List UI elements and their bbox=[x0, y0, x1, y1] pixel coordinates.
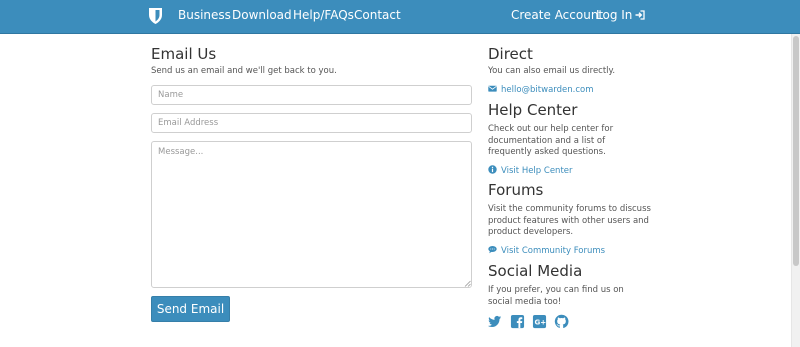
visit-community-forums-text: Visit Community Forums bbox=[501, 246, 606, 256]
direct-heading: Direct bbox=[488, 45, 533, 63]
direct-description: You can also email us directly. bbox=[488, 66, 616, 76]
help-center-description: Check out our help center for documentat… bbox=[488, 124, 614, 157]
message-textarea[interactable] bbox=[151, 141, 472, 288]
envelope-icon bbox=[488, 85, 497, 92]
nav-contact-link[interactable]: Contact bbox=[354, 8, 401, 22]
email-us-heading: Email Us bbox=[151, 45, 217, 63]
email-address-input[interactable] bbox=[151, 113, 472, 133]
github-icon[interactable] bbox=[554, 314, 569, 329]
google-plus-icon[interactable]: G+ bbox=[532, 314, 547, 329]
nav-login-label: Log In bbox=[596, 8, 633, 22]
nav-create-account-link[interactable]: Create Account bbox=[511, 8, 603, 22]
sign-in-icon bbox=[635, 10, 646, 20]
social-media-heading: Social Media bbox=[488, 262, 583, 280]
nav-download-link[interactable]: Download bbox=[232, 8, 292, 22]
visit-community-forums-link[interactable]: Visit Community Forums bbox=[488, 245, 605, 257]
page-scrollbar[interactable] bbox=[791, 34, 800, 347]
top-navbar: Business Download Help/FAQs Contact Crea… bbox=[0, 0, 800, 34]
facebook-icon[interactable] bbox=[510, 314, 525, 329]
resize-grip-icon[interactable] bbox=[464, 280, 471, 287]
scrollbar-thumb[interactable] bbox=[793, 36, 799, 266]
info-circle-icon bbox=[488, 165, 497, 174]
svg-text:G+: G+ bbox=[534, 318, 546, 327]
name-input[interactable] bbox=[151, 85, 472, 105]
forums-heading: Forums bbox=[488, 181, 544, 199]
direct-email-text: hello@bitwarden.com bbox=[501, 85, 594, 95]
twitter-icon[interactable] bbox=[487, 314, 502, 329]
direct-email-link[interactable]: hello@bitwarden.com bbox=[488, 84, 594, 96]
email-us-description: Send us an email and we'll get back to y… bbox=[151, 66, 337, 76]
nav-business-link[interactable]: Business bbox=[178, 8, 231, 22]
nav-login-link[interactable]: Log In bbox=[596, 8, 646, 22]
send-email-button[interactable]: Send Email bbox=[151, 296, 230, 322]
bitwarden-shield-logo[interactable] bbox=[148, 7, 163, 25]
comment-icon bbox=[488, 246, 497, 254]
nav-help-faqs-link[interactable]: Help/FAQs bbox=[293, 8, 354, 22]
visit-help-center-text: Visit Help Center bbox=[501, 166, 573, 176]
forums-description: Visit the community forums to discuss pr… bbox=[488, 204, 651, 237]
visit-help-center-link[interactable]: Visit Help Center bbox=[488, 165, 573, 177]
social-media-description: If you prefer, you can find us on social… bbox=[488, 285, 624, 307]
help-center-heading: Help Center bbox=[488, 101, 578, 119]
